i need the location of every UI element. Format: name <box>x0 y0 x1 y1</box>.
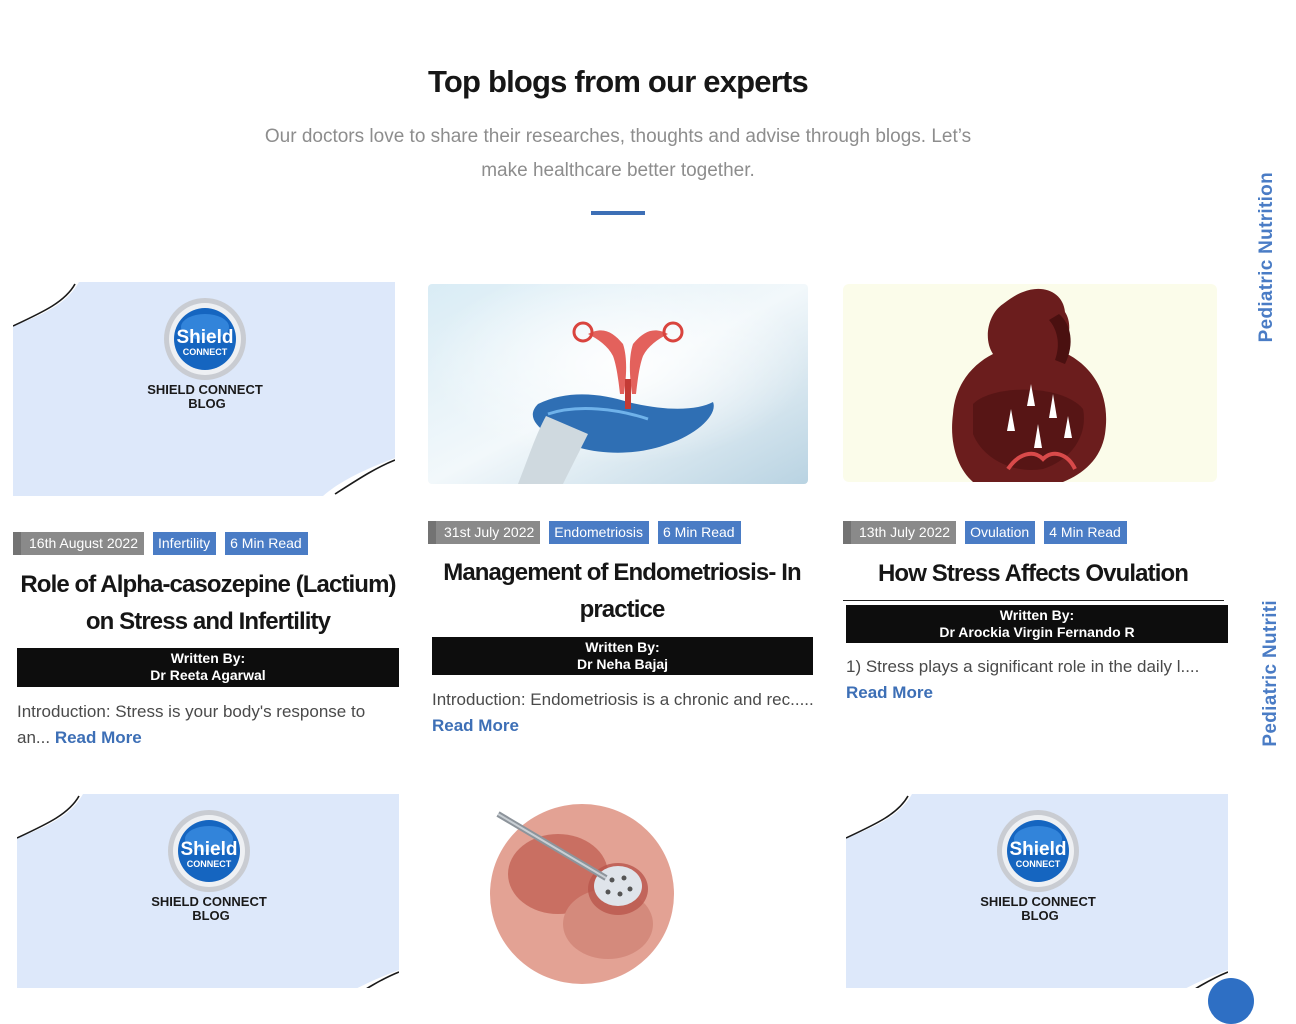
written-by-label: Written By: <box>170 650 246 666</box>
read-more-link[interactable]: Read More <box>55 728 142 747</box>
author-box: Written By: Dr Reeta Agarwal <box>17 648 399 687</box>
section-title: Top blogs from our experts <box>428 64 809 99</box>
svg-text:CONNECT: CONNECT <box>183 347 228 357</box>
read-time-badge: 4 Min Read <box>1044 521 1127 544</box>
post-title[interactable]: Role of Alpha-casozepine (Lactium) on St… <box>17 566 399 640</box>
blog-thumbnail-ovary[interactable] <box>488 794 676 988</box>
post-excerpt: Introduction: Endometriosis is a chronic… <box>432 687 822 739</box>
blog-thumbnail-placeholder[interactable]: Shield CONNECT SHIELD CONNECT BLOG <box>846 794 1228 988</box>
read-time-badge: 6 Min Read <box>225 532 308 555</box>
svg-text:SHIELD CONNECT: SHIELD CONNECT <box>980 894 1096 909</box>
written-by-label: Written By: <box>585 639 660 655</box>
svg-text:CONNECT: CONNECT <box>187 859 232 869</box>
author-box: Written By: Dr Arockia Virgin Fernando R <box>846 605 1228 643</box>
author-name[interactable]: Dr Reeta Agarwal <box>17 667 399 684</box>
title-divider <box>591 211 645 215</box>
svg-text:SHIELD CONNECT: SHIELD CONNECT <box>151 894 267 909</box>
read-more-link[interactable]: Read More <box>846 683 933 702</box>
svg-text:BLOG: BLOG <box>192 908 230 923</box>
excerpt-text: 1) Stress plays a significant role in th… <box>846 657 1200 676</box>
svg-text:Shield: Shield <box>1009 839 1066 860</box>
svg-text:BLOG: BLOG <box>1021 908 1059 923</box>
post-meta: 13th July 2022 Ovulation 4 Min Read <box>843 521 1127 544</box>
post-title[interactable]: How Stress Affects Ovulation <box>843 555 1223 592</box>
section-subtitle: Our doctors love to share their research… <box>264 126 972 181</box>
excerpt-text: Introduction: Endometriosis is a chronic… <box>432 690 814 709</box>
blog-thumbnail-stress[interactable] <box>843 284 1217 482</box>
read-time-badge: 6 Min Read <box>658 521 741 544</box>
post-title[interactable]: Management of Endometriosis- In practice <box>432 554 812 628</box>
written-by-label: Written By: <box>999 607 1075 623</box>
svg-text:SHIELD CONNECT: SHIELD CONNECT <box>147 382 263 397</box>
post-meta: 31st July 2022 Endometriosis 6 Min Read <box>428 521 741 544</box>
post-excerpt: Introduction: Stress is your body's resp… <box>17 699 399 751</box>
side-tab-pediatric-nutrition-2[interactable]: Pediatric Nutriti <box>1260 600 1282 747</box>
blog-thumbnail-uterus[interactable] <box>428 284 808 484</box>
post-date: 16th August 2022 <box>13 532 144 555</box>
title-underline <box>843 600 1224 601</box>
category-tag[interactable]: Endometriosis <box>549 521 649 544</box>
author-box: Written By: Dr Neha Bajaj <box>432 637 813 675</box>
author-name[interactable]: Dr Arockia Virgin Fernando R <box>846 624 1228 641</box>
logo-text: Shield <box>176 327 233 348</box>
post-excerpt: 1) Stress plays a significant role in th… <box>846 654 1226 706</box>
blog-thumbnail-placeholder[interactable]: Shield CONNECT SHIELD CONNECT BLOG <box>17 794 399 988</box>
post-date: 13th July 2022 <box>843 521 957 544</box>
read-more-link[interactable]: Read More <box>432 716 519 735</box>
svg-text:Shield: Shield <box>180 839 237 860</box>
blog-thumbnail-placeholder[interactable]: Shield CONNECT SHIELD CONNECT BLOG <box>13 282 395 496</box>
post-meta: 16th August 2022 Infertility 6 Min Read <box>13 532 308 555</box>
post-date: 31st July 2022 <box>428 521 541 544</box>
svg-text:BLOG: BLOG <box>188 396 226 411</box>
side-tab-pediatric-nutrition[interactable]: Pediatric Nutrition <box>1256 172 1278 342</box>
category-tag[interactable]: Ovulation <box>965 521 1036 544</box>
author-name[interactable]: Dr Neha Bajaj <box>432 656 813 673</box>
svg-text:CONNECT: CONNECT <box>1016 859 1061 869</box>
scroll-top-button[interactable] <box>1208 978 1254 1024</box>
category-tag[interactable]: Infertility <box>153 532 217 555</box>
